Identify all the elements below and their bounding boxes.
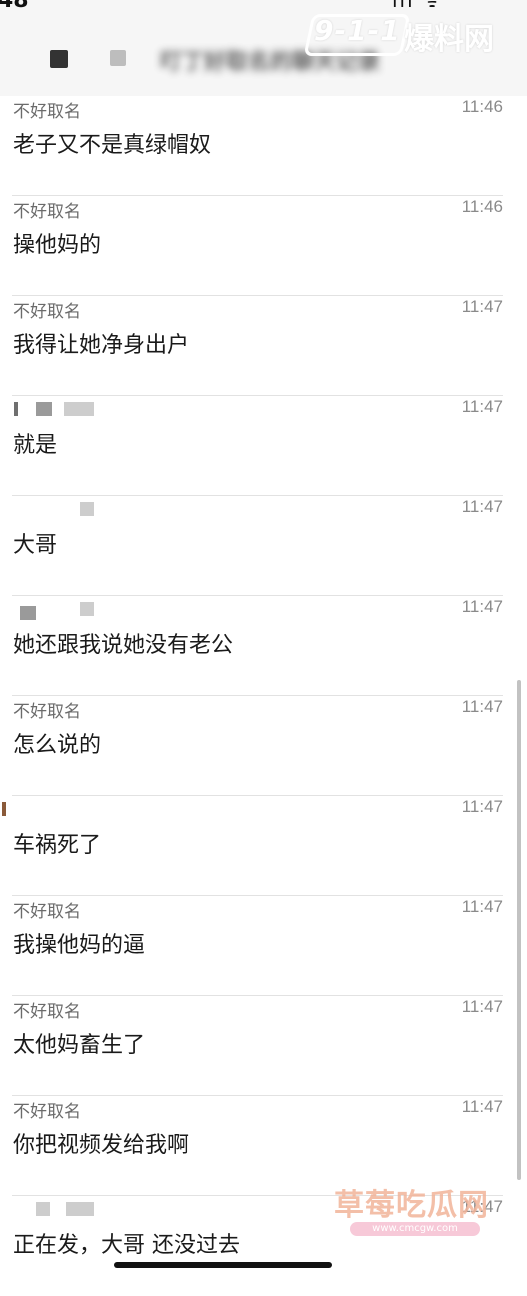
message-text: 我得让她净身出户 bbox=[13, 333, 190, 358]
message-row[interactable]: 不好取名 11:46 操他妈的 bbox=[0, 196, 527, 296]
message-row[interactable]: 11:47 大哥 bbox=[0, 496, 527, 596]
redacted-sender bbox=[20, 606, 36, 620]
message-row[interactable]: 11:47 车祸死了 bbox=[0, 796, 527, 896]
message-time: 11:46 bbox=[461, 197, 503, 216]
message-text: 你把视频发给我啊 bbox=[13, 1133, 190, 1158]
redacted-name bbox=[110, 50, 126, 66]
message-time: 11:47 bbox=[461, 497, 503, 516]
watermark-badge-text: 9-1-1 bbox=[314, 14, 401, 47]
redacted-sender bbox=[2, 802, 6, 816]
watermark-url: www.cmcgw.com bbox=[350, 1222, 480, 1236]
redacted-avatar bbox=[50, 50, 68, 68]
message-time: 11:47 bbox=[461, 297, 503, 316]
sender-name: 不好取名 bbox=[13, 902, 81, 922]
message-row[interactable]: 不好取名 11:47 怎么说的 bbox=[0, 696, 527, 796]
home-indicator[interactable] bbox=[114, 1262, 332, 1268]
message-time: 11:47 bbox=[461, 397, 503, 416]
redacted-sender bbox=[64, 402, 94, 416]
sender-name: 不好取名 bbox=[13, 202, 81, 222]
message-list[interactable]: 不好取名 11:46 老子又不是真绿帽奴 不好取名 11:46 操他妈的 不好取… bbox=[0, 96, 527, 1296]
message-text: 太他妈畜生了 bbox=[13, 1033, 146, 1058]
message-time: 11:47 bbox=[461, 897, 503, 916]
sender-name: 不好取名 bbox=[13, 102, 81, 122]
watermark-911: 9-1-1 爆料网 bbox=[300, 12, 510, 57]
redacted-sender bbox=[80, 502, 94, 516]
message-time: 11:47 bbox=[461, 1097, 503, 1116]
message-row[interactable]: 不好取名 11:47 我操他妈的逼 bbox=[0, 896, 527, 996]
message-text: 正在发，大哥 还没过去 bbox=[13, 1233, 240, 1258]
message-text: 大哥 bbox=[13, 533, 58, 558]
sender-name: 不好取名 bbox=[13, 702, 81, 722]
redacted-sender bbox=[36, 402, 52, 416]
message-text: 老子又不是真绿帽奴 bbox=[13, 133, 212, 158]
message-time: 11:47 bbox=[461, 997, 503, 1016]
message-text: 我操他妈的逼 bbox=[13, 933, 146, 958]
message-row[interactable]: 不好取名 11:47 太他妈畜生了 bbox=[0, 996, 527, 1096]
message-row[interactable]: 11:47 她还跟我说她没有老公 bbox=[0, 596, 527, 696]
message-text: 操他妈的 bbox=[13, 233, 102, 258]
watermark-site-name: 爆料网 bbox=[404, 22, 494, 57]
message-row[interactable]: 不好取名 11:46 老子又不是真绿帽奴 bbox=[0, 96, 527, 196]
message-text: 就是 bbox=[13, 433, 58, 458]
message-time: 11:47 bbox=[461, 697, 503, 716]
scrollbar[interactable] bbox=[517, 680, 521, 1180]
sender-name: 不好取名 bbox=[13, 1002, 81, 1022]
redacted-sender bbox=[66, 1202, 94, 1216]
message-row[interactable]: 11:47 就是 bbox=[0, 396, 527, 496]
message-row[interactable]: 不好取名 11:47 我得让她净身出户 bbox=[0, 296, 527, 396]
message-time: 11:47 bbox=[461, 597, 503, 616]
message-text: 怎么说的 bbox=[13, 733, 102, 758]
message-time: 11:47 bbox=[461, 797, 503, 816]
sender-name: 不好取名 bbox=[13, 302, 81, 322]
redacted-sender bbox=[36, 1202, 50, 1216]
message-text: 车祸死了 bbox=[13, 833, 102, 858]
message-text: 她还跟我说她没有老公 bbox=[13, 633, 234, 658]
redacted-sender bbox=[80, 602, 94, 616]
watermark-cmcgw: 草莓吃瓜网 www.cmcgw.com bbox=[330, 1180, 500, 1242]
watermark-site-name: 草莓吃瓜网 bbox=[334, 1188, 489, 1223]
redacted-sender bbox=[14, 402, 18, 416]
status-time: 48 bbox=[0, 0, 29, 13]
sender-name: 不好取名 bbox=[13, 1102, 81, 1122]
message-time: 11:46 bbox=[461, 97, 503, 116]
